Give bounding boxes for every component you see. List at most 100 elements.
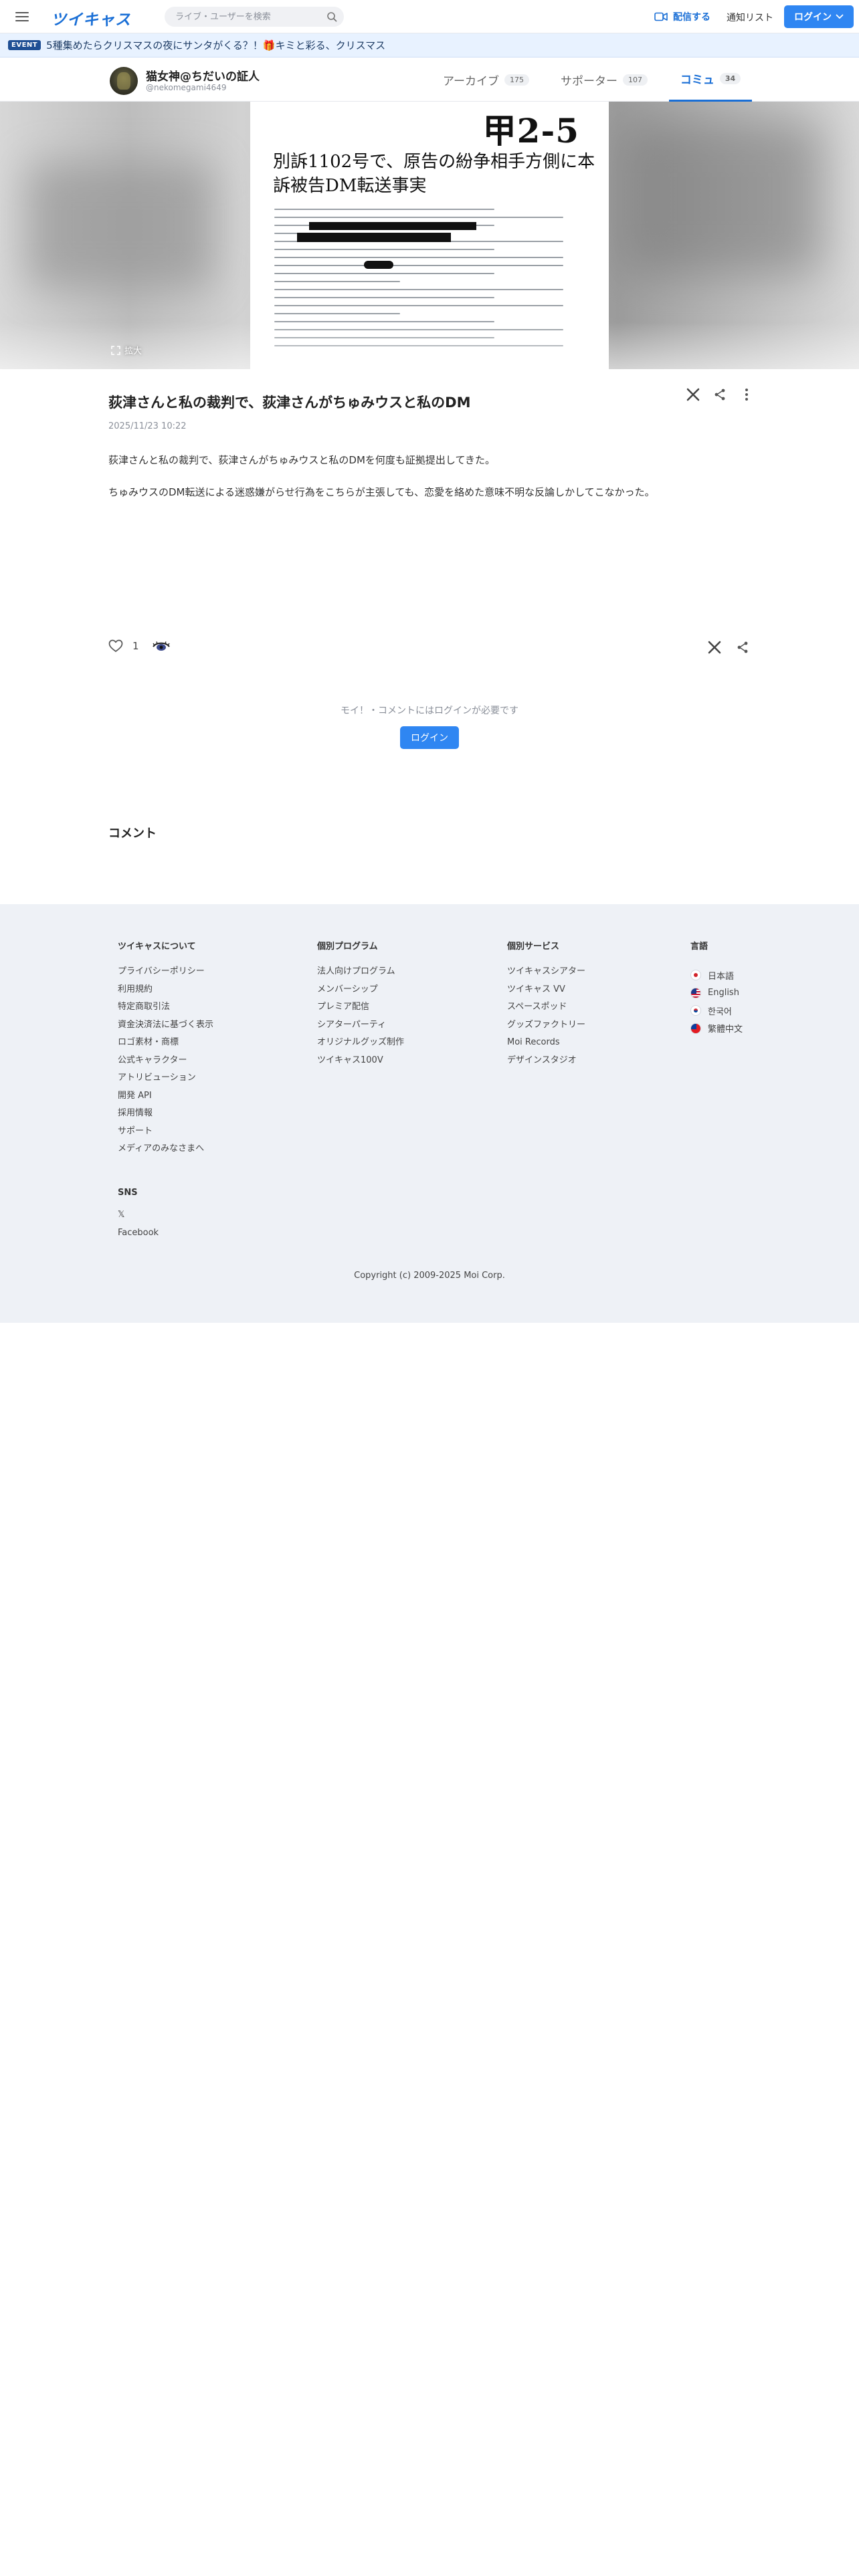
footer-heading: 個別プログラム [317,942,378,952]
footer-link[interactable]: ロゴ素材・商標 [118,1037,213,1055]
flag-jp-icon [690,970,701,981]
expand-icon [111,345,120,355]
notify-list-link[interactable]: 通知リスト [727,11,773,24]
footer-link[interactable]: デザインスタジオ [507,1055,585,1073]
footer-link[interactable]: 法人向けプログラム [317,966,404,984]
more-options-button[interactable] [739,387,755,403]
share-icon [737,641,748,653]
user-id: @nekomegami4649 [146,83,227,92]
footer-column-programs: 個別プログラム 法人向けプログラム メンバーシップ プレミア配信 シアターパーテ… [317,939,404,1073]
footer-link[interactable]: サポート [118,1126,213,1144]
flag-tw-icon [690,1023,701,1034]
footer-heading: 言語 [690,942,708,952]
footer-link[interactable]: シアターパーティ [317,1020,404,1038]
post-date: 2025/11/23 10:22 [108,421,187,431]
profile-bar: 猫女神@ちだいの証人 @nekomegami4649 アーカイブ 175 サポー… [0,58,859,102]
tab-count: 107 [623,74,648,86]
sns-link-x[interactable]: 𝕏 [118,1210,159,1228]
search-input[interactable] [175,7,316,27]
footer-link[interactable]: アトリビューション [118,1073,213,1091]
event-banner[interactable]: EVENT 5種集めたらクリスマスの夜にサンタがくる？！🎁キミと彩る、クリスマス [0,33,859,58]
chevron-down-icon [836,14,844,19]
login-button-label: ログイン [794,12,832,23]
language-option-en[interactable]: English [690,984,743,1002]
expand-image-button[interactable]: 拡大 [111,344,142,356]
hero-image[interactable]: 甲2-5 別訴1102号で、原告の紛争相手方側に本訴被告DM転送事実 拡大 [0,102,859,369]
redaction-bar [297,233,451,242]
footer-link[interactable]: オリジナルグッズ制作 [317,1037,404,1055]
document-title: 別訴1102号で、原告の紛争相手方側に本訴被告DM転送事実 [273,152,595,196]
share-icon [714,389,725,401]
post-reactions: 1 [108,638,751,658]
like-count: 1 [132,640,139,652]
expand-label: 拡大 [124,346,142,356]
post-actions-top [685,387,755,403]
video-camera-icon [654,12,668,21]
share-button-bottom[interactable] [735,639,751,655]
login-button-comment[interactable]: ログイン [400,726,459,749]
footer-heading: 個別サービス [507,942,560,952]
event-link[interactable]: 5種集めたらクリスマスの夜にサンタがくる？！🎁キミと彩る、クリスマス [46,38,385,52]
footer-link[interactable]: メンバーシップ [317,984,404,1002]
global-header: ツイキャス 配信する 通知リスト ログイン [0,0,859,33]
like-button[interactable]: 1 [108,639,139,653]
flag-us-icon [690,987,701,998]
footer-link[interactable]: 資金決済法に基づく表示 [118,1020,213,1038]
footer-link[interactable]: 公式キャラクター [118,1055,213,1073]
post-body: 荻津さんと私の裁判で、荻津さんがちゅみウスと私のDMを何度も証拠提出してきた。 … [108,452,751,516]
comments-heading: コメント [108,827,157,841]
share-x-button-bottom[interactable] [706,639,723,655]
footer-link[interactable]: Moi Records [507,1037,585,1055]
footer-sns: SNS 𝕏 Facebook [118,1188,159,1245]
search-icon[interactable] [326,11,337,22]
tab-label: サポーター [561,74,617,88]
stream-button[interactable]: 配信する [654,7,710,27]
copyright: Copyright (c) 2009-2025 Moi Corp. [354,1271,505,1281]
viewer-reaction[interactable] [153,641,170,654]
redaction-mark [364,261,393,269]
language-label: 한국어 [708,1006,732,1017]
avatar[interactable] [110,67,138,95]
language-label: English [708,988,739,998]
tab-label: アーカイブ [443,74,499,88]
share-button[interactable] [712,387,728,403]
footer-link[interactable]: 特定商取引法 [118,1002,213,1020]
language-option-zh-tw[interactable]: 繁體中文 [690,1020,743,1038]
post-paragraph: 荻津さんと私の裁判で、荻津さんがちゅみウスと私のDMを何度も証拠提出してきた。 [108,454,495,466]
tab-commu[interactable]: コミュ 34 [669,58,752,102]
comment-login-note: モイ！・コメントにはログインが必要です [341,706,518,716]
footer-column-services: 個別サービス ツイキャスシアター ツイキャス VV スペースポッド グッズファク… [507,939,585,1073]
footer-link[interactable]: 利用規約 [118,984,213,1002]
footer-link[interactable]: グッズファクトリー [507,1020,585,1038]
footer-column-about: ツイキャスについて プライバシーポリシー 利用規約 特定商取引法 資金決済法に基… [118,939,213,1162]
language-option-ko[interactable]: 한국어 [690,1002,743,1020]
share-x-button[interactable] [685,387,701,403]
site-logo[interactable]: ツイキャス [51,7,131,29]
heart-icon [108,639,123,652]
menu-icon[interactable] [13,8,31,25]
sns-link-facebook[interactable]: Facebook [118,1228,159,1246]
post-title: 荻津さんと私の裁判で、荻津さんがちゅみウスと私のDM [108,395,471,411]
footer-heading: ツイキャスについて [118,942,196,952]
footer-link[interactable]: プライバシーポリシー [118,966,213,984]
footer-link[interactable]: ツイキャス VV [507,984,585,1002]
footer-link[interactable]: 開発 API [118,1091,213,1109]
footer-link[interactable]: 採用情報 [118,1108,213,1126]
footer-link[interactable]: ツイキャスシアター [507,966,585,984]
tab-supporter[interactable]: サポーター 107 [561,58,648,102]
user-name[interactable]: 猫女神@ちだいの証人 [146,67,260,84]
x-logo-icon [686,388,700,401]
site-footer: ツイキャスについて プライバシーポリシー 利用規約 特定商取引法 資金決済法に基… [0,904,859,1323]
language-option-ja[interactable]: 日本語 [690,966,743,984]
tab-archive[interactable]: アーカイブ 175 [443,58,529,102]
login-button-header[interactable]: ログイン [784,5,854,28]
footer-link[interactable]: プレミア配信 [317,1002,404,1020]
x-logo-icon [708,641,721,654]
language-label: 繁體中文 [708,1025,743,1035]
footer-link[interactable]: ツイキャス100V [317,1055,404,1073]
footer-heading: SNS [118,1188,138,1198]
eye-icon [153,641,170,651]
footer-link[interactable]: スペースポッド [507,1002,585,1020]
footer-column-language: 言語 日本語 English 한국어 繁體中文 [690,939,743,1037]
footer-link[interactable]: メディアのみなさまへ [118,1144,213,1162]
